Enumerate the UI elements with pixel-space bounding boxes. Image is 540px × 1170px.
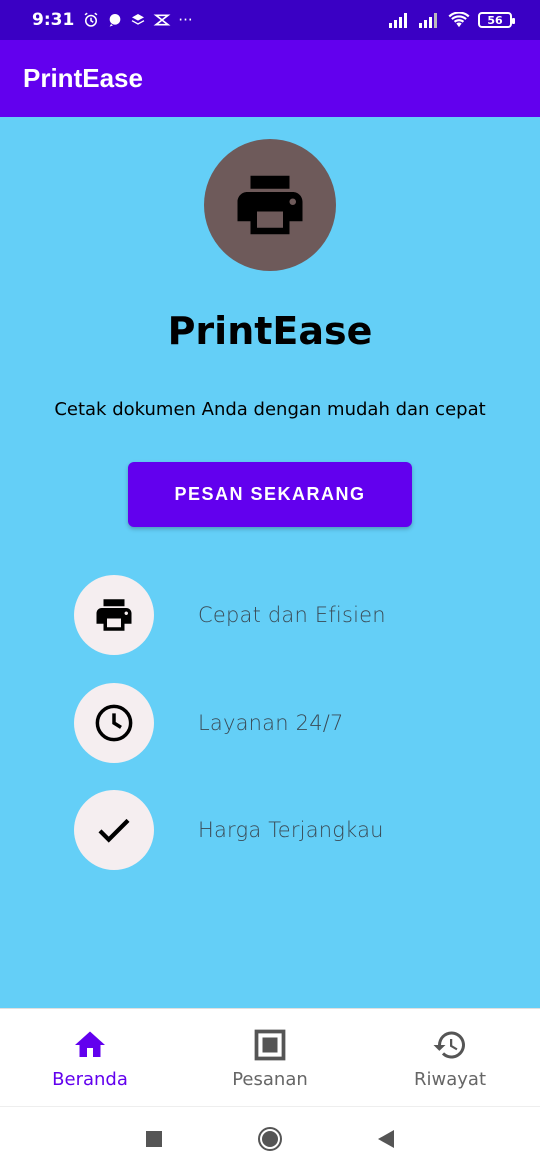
main-content: PrintEase Cetak dokumen Anda dengan muda… — [0, 117, 540, 1008]
feature-item: Harga Terjangkau — [74, 790, 494, 870]
home-button-icon[interactable] — [257, 1126, 283, 1152]
status-right: 56 — [388, 12, 515, 28]
feature-icon-circle — [74, 683, 154, 763]
feature-label: Harga Terjangkau — [198, 818, 384, 842]
order-now-button[interactable]: PESAN SEKARANG — [128, 462, 412, 527]
feature-item: Layanan 24/7 — [74, 683, 494, 763]
feature-label: Cepat dan Efisien — [198, 603, 386, 627]
history-icon — [433, 1031, 465, 1058]
signal-icon — [389, 13, 407, 28]
notification-icons: ··· — [82, 11, 193, 29]
back-icon[interactable] — [377, 1129, 395, 1149]
nav-label: Pesanan — [232, 1068, 308, 1090]
nav-item-riwayat[interactable]: Riwayat — [360, 1009, 540, 1107]
layers-icon — [131, 14, 145, 25]
status-bar: 9:31 ··· 56 — [0, 0, 540, 40]
battery-icon: 56 — [478, 12, 515, 28]
orders-icon — [254, 1029, 286, 1060]
feature-icon-circle — [74, 790, 154, 870]
app-title: PrintEase — [23, 63, 143, 93]
wifi-icon — [448, 12, 470, 28]
capcut-icon — [153, 14, 171, 26]
check-icon — [98, 818, 130, 843]
nav-label: Riwayat — [414, 1068, 486, 1090]
nav-item-beranda[interactable]: Beranda — [0, 1009, 180, 1107]
printer-icon — [96, 599, 132, 631]
nav-item-pesanan[interactable]: Pesanan — [180, 1009, 360, 1107]
hero-title: PrintEase — [167, 309, 373, 353]
bottom-navigation: Beranda Pesanan Riwayat — [0, 1008, 540, 1106]
battery-level: 56 — [487, 13, 503, 27]
chat-icon — [109, 14, 121, 27]
feature-item: Cepat dan Efisien — [74, 575, 494, 655]
alarm-icon — [84, 12, 98, 27]
status-left: 9:31 ··· — [32, 10, 193, 30]
app-bar: PrintEase — [0, 40, 540, 117]
system-navigation-bar — [0, 1106, 540, 1170]
nav-label: Beranda — [52, 1068, 128, 1090]
printer-icon — [237, 175, 303, 235]
recents-icon[interactable] — [145, 1130, 163, 1148]
feature-label: Layanan 24/7 — [198, 711, 344, 735]
feature-icon-circle — [74, 575, 154, 655]
hero-logo — [204, 139, 336, 271]
more-notifications: ··· — [178, 11, 193, 29]
signal-icon-2 — [419, 13, 437, 28]
status-time: 9:31 — [32, 10, 75, 30]
hero-subtitle: Cetak dokumen Anda dengan mudah dan cepa… — [54, 399, 486, 420]
clock-icon — [95, 704, 133, 742]
home-icon — [75, 1031, 105, 1057]
